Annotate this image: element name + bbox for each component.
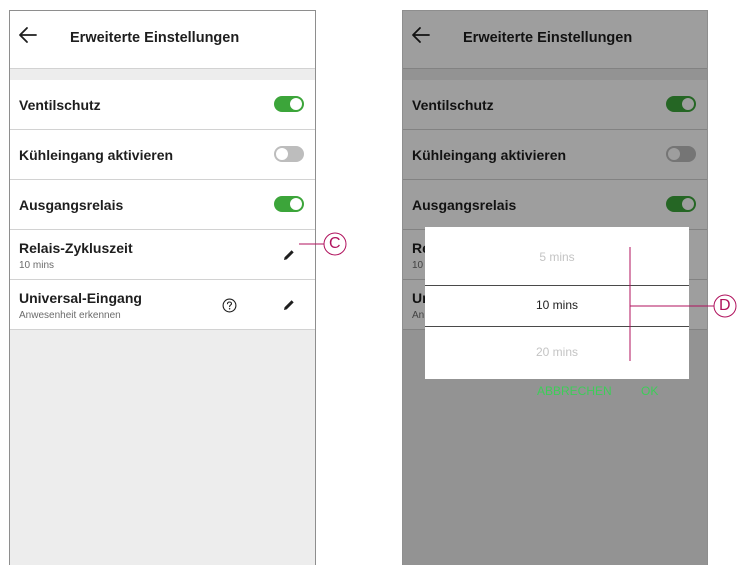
page-title: Erweiterte Einstellungen [70, 30, 240, 46]
setting-value: 10 mins [19, 260, 55, 271]
setting-row-output-relay: Ausgangsrelais [10, 180, 315, 230]
edit-pencil-icon[interactable] [282, 248, 296, 262]
callout-c-label: C [329, 235, 341, 252]
toggle-knob [276, 148, 288, 160]
setting-value: Anwesenheit erkennen [19, 310, 121, 321]
toggle-knob [290, 98, 302, 110]
setting-label: Relais-Zykluszeit [19, 240, 133, 256]
screen-advanced-settings-picker: Erweiterte Einstellungen Ventilschutz Kü… [402, 10, 708, 565]
valve-protection-toggle[interactable] [274, 96, 304, 112]
picker-option-selected[interactable]: 10 mins [425, 298, 689, 312]
screen-advanced-settings: Erweiterte Einstellungen Ventilschutz Kü… [9, 10, 316, 565]
cooling-input-toggle[interactable] [274, 146, 304, 162]
toggle-knob [290, 198, 302, 210]
help-icon[interactable] [222, 298, 237, 313]
setting-row-universal-input: Universal-Eingang Anwesenheit erkennen [10, 280, 315, 330]
setting-row-relay-cycle-time: Relais-Zykluszeit 10 mins [10, 230, 315, 280]
setting-label: Ausgangsrelais [19, 197, 124, 213]
setting-row-cooling-input: Kühleingang aktivieren [10, 130, 315, 180]
setting-label: Ventilschutz [19, 97, 101, 113]
edit-pencil-icon[interactable] [282, 298, 296, 312]
picker-option[interactable]: 20 mins [425, 345, 689, 359]
setting-label: Universal-Eingang [19, 290, 142, 306]
app-header: Erweiterte Einstellungen [10, 11, 315, 69]
setting-label: Kühleingang aktivieren [19, 147, 174, 163]
callout-d-label: D [719, 297, 731, 314]
cancel-button[interactable]: ABBRECHEN [537, 384, 612, 398]
output-relay-toggle[interactable] [274, 196, 304, 212]
cycle-time-picker-dialog: 5 mins 10 mins 20 mins ABBRECHEN OK [425, 227, 689, 398]
setting-row-valve-protection: Ventilschutz [10, 80, 315, 130]
ok-button[interactable]: OK [641, 384, 658, 398]
picker-option[interactable]: 5 mins [425, 250, 689, 264]
back-arrow-icon[interactable] [16, 23, 40, 47]
